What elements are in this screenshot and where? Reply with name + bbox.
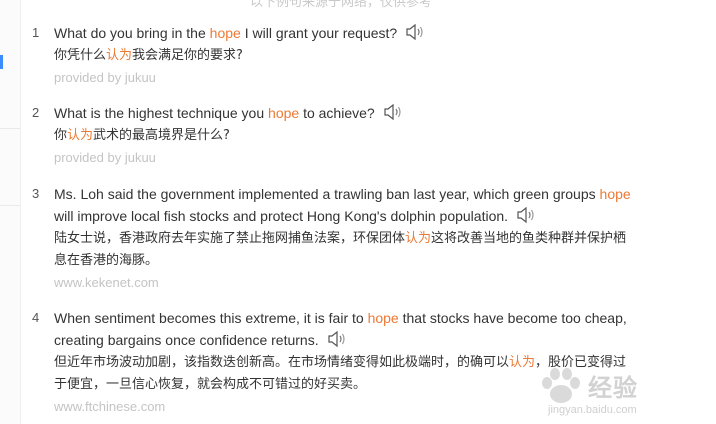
entry-number: 4 <box>32 310 40 325</box>
highlight-word: 认为 <box>509 355 536 370</box>
baidu-jingyan-watermark: 经验 jingyan.baidu.com <box>536 364 716 424</box>
watermark-text: 经验 <box>588 374 638 402</box>
english-sentence: When sentiment becomes this extreme, it … <box>54 310 627 348</box>
highlight-word: 认为 <box>106 48 133 63</box>
section-header: 以下例句来源于网络，仅供参考 <box>250 0 433 9</box>
left-sidebar-rail <box>0 0 21 424</box>
highlight-word: 认为 <box>67 128 94 143</box>
speaker-icon[interactable] <box>405 23 425 41</box>
english-sentence: What do you bring in the hope I will gra… <box>54 22 654 44</box>
source-link[interactable]: www.ftchinese.com <box>54 397 165 417</box>
rail-divider <box>0 205 20 206</box>
entry-number: 1 <box>32 25 40 40</box>
highlight-word: 认为 <box>405 231 432 246</box>
speaker-icon[interactable] <box>383 103 403 121</box>
source-link[interactable]: www.kekenet.com <box>54 273 159 293</box>
active-marker <box>0 55 3 69</box>
english-sentence: Ms. Loh said the government implemented … <box>54 186 631 224</box>
highlight-word: hope <box>209 25 241 41</box>
source-link[interactable]: provided by jukuu <box>54 148 156 168</box>
highlight-word: hope <box>599 186 631 202</box>
entry-number: 3 <box>32 186 40 201</box>
paw-logo-icon <box>542 368 580 403</box>
source-link[interactable]: provided by jukuu <box>54 68 156 88</box>
chinese-translation: 你凭什么认为我会满足你的要求? <box>54 48 243 63</box>
watermark-url: jingyan.baidu.com <box>548 404 637 416</box>
entry-number: 2 <box>32 105 40 120</box>
english-sentence: What is the highest technique you hope t… <box>54 102 654 124</box>
rail-divider <box>0 128 20 129</box>
speaker-icon[interactable] <box>327 330 347 348</box>
highlight-word: hope <box>268 105 300 121</box>
chinese-translation: 你认为武术的最高境界是什么? <box>54 128 230 143</box>
chinese-translation: 陆女士说，香港政府去年实施了禁止拖网捕鱼法案，环保团体认为这将改善当地的鱼类种群… <box>54 231 627 268</box>
highlight-word: hope <box>367 310 399 326</box>
speaker-icon[interactable] <box>516 206 536 224</box>
